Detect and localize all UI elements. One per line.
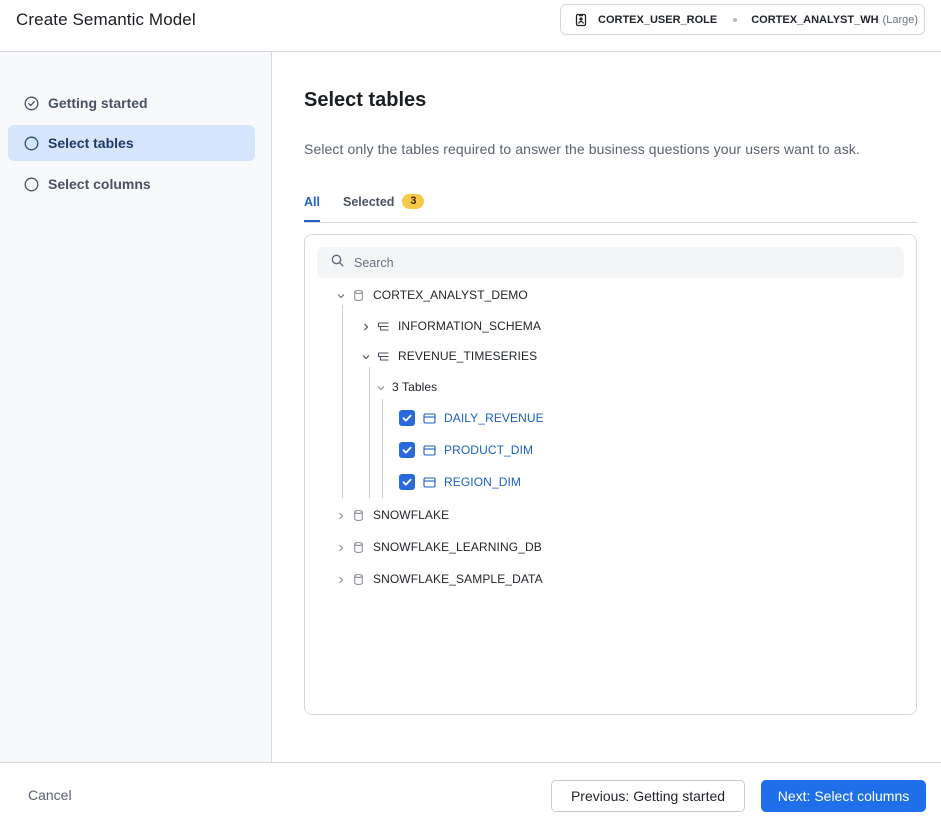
app-header: Create Semantic Model CORTEX_USER_ROLE C… — [0, 0, 941, 52]
role-icon — [574, 13, 588, 27]
tree-node-database[interactable]: SNOWFLAKE — [336, 505, 449, 525]
step-getting-started[interactable]: Getting started — [8, 85, 255, 121]
checkbox-checked-icon[interactable] — [399, 474, 415, 490]
tree-node-database[interactable]: CORTEX_ANALYST_DEMO — [336, 285, 528, 305]
node-label: 3 Tables — [392, 380, 438, 394]
tree-node-table[interactable]: PRODUCT_DIM — [399, 440, 533, 460]
tree-node-table[interactable]: REGION_DIM — [399, 472, 521, 492]
step-select-columns[interactable]: Select columns — [8, 166, 255, 202]
tree-guide-line — [342, 305, 343, 498]
tab-selected[interactable]: Selected 3 — [343, 194, 425, 222]
table-icon — [423, 412, 436, 425]
tree-node-schema[interactable]: INFORMATION_SCHEMA — [361, 316, 541, 336]
tab-all[interactable]: All — [304, 195, 320, 222]
chevron-right-icon — [361, 321, 371, 331]
search-icon — [331, 254, 344, 272]
step-label: Getting started — [48, 95, 148, 111]
tree-node-table[interactable]: DAILY_REVENUE — [399, 408, 544, 428]
previous-button[interactable]: Previous: Getting started — [551, 780, 745, 812]
schema-icon — [377, 350, 390, 363]
role-name: CORTEX_USER_ROLE — [598, 13, 718, 26]
tab-bar: All Selected 3 — [304, 190, 917, 223]
chevron-down-icon — [361, 351, 371, 361]
tree-node-schema[interactable]: REVENUE_TIMESERIES — [361, 346, 537, 366]
step-select-tables[interactable]: Select tables — [8, 125, 255, 161]
wizard-sidebar: Getting started Select tables Select col… — [0, 52, 272, 763]
checkbox-checked-icon[interactable] — [399, 410, 415, 426]
context-selector[interactable]: CORTEX_USER_ROLE CORTEX_ANALYST_WH (Larg… — [560, 4, 925, 35]
section-title: Select tables — [304, 89, 427, 111]
wizard-footer: Cancel Previous: Getting started Next: S… — [0, 762, 941, 817]
database-icon — [352, 289, 365, 302]
schema-icon — [377, 320, 390, 333]
node-label: SNOWFLAKE — [373, 508, 450, 522]
database-icon — [352, 541, 365, 554]
section-description: Select only the tables required to answe… — [304, 141, 860, 157]
node-label: DAILY_REVENUE — [444, 411, 544, 425]
tree-node-database[interactable]: SNOWFLAKE_LEARNING_DB — [336, 537, 542, 557]
chevron-right-icon — [336, 510, 346, 520]
cancel-button[interactable]: Cancel — [28, 787, 72, 803]
tab-label: All — [304, 195, 320, 209]
tree-node-tables-group[interactable]: 3 Tables — [376, 377, 437, 397]
chevron-down-icon — [376, 382, 386, 392]
main-panel: Select tables Select only the tables req… — [272, 52, 941, 763]
tree-guide-line — [369, 367, 370, 498]
node-label: INFORMATION_SCHEMA — [398, 319, 541, 333]
circle-icon — [24, 136, 39, 151]
table-tree-panel: CORTEX_ANALYST_DEMO INFORMATION_SCHEMA R… — [304, 234, 917, 715]
count-badge: 3 — [402, 194, 425, 209]
tree-node-database[interactable]: SNOWFLAKE_SAMPLE_DATA — [336, 569, 543, 589]
node-label: SNOWFLAKE_SAMPLE_DATA — [373, 572, 543, 586]
circle-icon — [24, 177, 39, 192]
database-icon — [352, 509, 365, 522]
table-icon — [423, 444, 436, 457]
node-label: CORTEX_ANALYST_DEMO — [373, 288, 528, 302]
chevron-right-icon — [336, 542, 346, 552]
check-circle-icon — [24, 96, 39, 111]
node-label: REVENUE_TIMESERIES — [398, 349, 538, 363]
step-label: Select tables — [48, 135, 134, 151]
search-box[interactable] — [317, 247, 904, 278]
node-label: SNOWFLAKE_LEARNING_DB — [373, 540, 542, 554]
chevron-right-icon — [336, 574, 346, 584]
checkbox-checked-icon[interactable] — [399, 442, 415, 458]
node-label: PRODUCT_DIM — [444, 443, 534, 457]
next-button[interactable]: Next: Select columns — [761, 780, 926, 812]
warehouse-name: CORTEX_ANALYST_WH — [751, 13, 879, 26]
tab-label: Selected — [343, 195, 395, 209]
table-icon — [423, 476, 436, 489]
search-input[interactable] — [354, 255, 854, 270]
database-icon — [352, 573, 365, 586]
warehouse-size: (Large) — [882, 13, 919, 26]
node-label: REGION_DIM — [444, 475, 522, 489]
step-label: Select columns — [48, 176, 151, 192]
page-title: Create Semantic Model — [16, 10, 196, 29]
separator-dot — [733, 17, 738, 22]
tree-guide-line — [382, 399, 383, 498]
chevron-down-icon — [336, 290, 346, 300]
